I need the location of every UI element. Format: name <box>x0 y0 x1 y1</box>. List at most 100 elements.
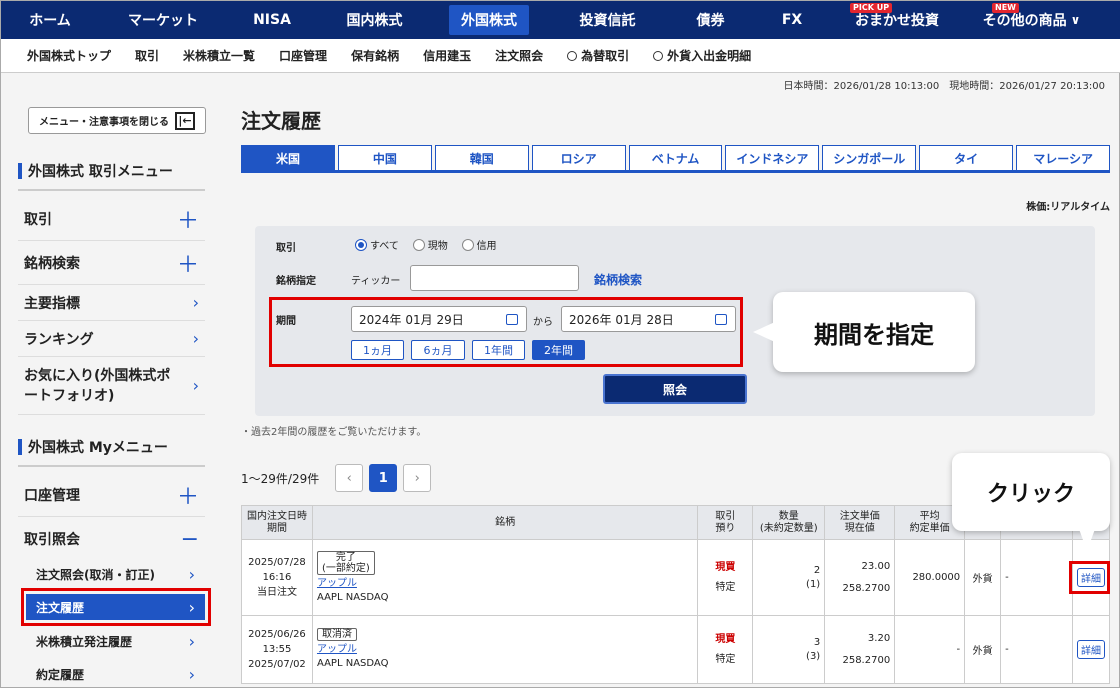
menu-item-account[interactable]: 口座管理＋ <box>18 473 205 517</box>
topnav-foreign-stocks[interactable]: 外国株式 <box>432 1 546 39</box>
tab-china[interactable]: 中国 <box>337 145 432 170</box>
trade-radio-group: すべて 現物 信用 <box>355 237 507 254</box>
order-date-cell: 2025/06/26 13:55 2025/07/02 <box>241 615 313 684</box>
subnav-order-inquiry[interactable]: 注文照会 <box>495 47 543 64</box>
chevron-right-icon: › <box>188 564 195 584</box>
menu-item-ranking[interactable]: ランキング › <box>18 321 205 357</box>
callout-click: クリック <box>952 453 1110 531</box>
plus-icon: ＋ <box>176 484 199 510</box>
header-trade: 取引 預り <box>697 505 754 540</box>
top-navigation: ホーム マーケット NISA 国内株式 外国株式 投資信託 債券 FX PICK… <box>1 1 1120 39</box>
topnav-nisa[interactable]: NISA <box>227 1 317 39</box>
chevron-right-icon: › <box>188 664 195 684</box>
topnav-robo-invest[interactable]: PICK UP おまかせ投資 <box>832 1 962 39</box>
tab-us[interactable]: 米国 <box>241 145 335 170</box>
topnav-domestic-stocks[interactable]: 国内株式 <box>317 1 432 39</box>
tab-indonesia[interactable]: インドネシア <box>725 145 820 170</box>
tab-vietnam[interactable]: ベトナム <box>628 145 723 170</box>
subnav-trade[interactable]: 取引 <box>135 47 159 64</box>
subnav-foreign-top[interactable]: 外国株式トップ <box>27 47 111 64</box>
radio-all[interactable]: すべて <box>355 237 399 252</box>
subnav-account[interactable]: 口座管理 <box>279 47 327 64</box>
avg-price-cell: - <box>894 615 966 684</box>
stock-link[interactable]: アップル <box>317 578 357 589</box>
menu-item-symbol-search[interactable]: 銘柄検索＋ <box>18 241 205 285</box>
highlight-period <box>269 297 743 367</box>
detail-cell: 詳細 <box>1072 615 1110 684</box>
detail-button[interactable]: 詳細 <box>1077 640 1105 659</box>
dash-cell: - <box>1000 615 1073 684</box>
subnav-fx-deposit[interactable]: 外貨入出金明細 <box>653 47 751 64</box>
plus-icon: ＋ <box>176 208 199 234</box>
submenu-execution-history[interactable]: 約定履歴 › <box>26 661 205 687</box>
tab-malaysia[interactable]: マレーシア <box>1016 145 1111 170</box>
chevron-right-icon: › <box>192 375 199 395</box>
avg-price-cell: 280.0000 <box>894 539 966 616</box>
table-row: 2025/06/26 13:55 2025/07/02 取消済 アップル AAPL NA… <box>241 615 1110 684</box>
callout-pointer <box>753 322 775 342</box>
ticker-label: ティッカー <box>351 276 401 287</box>
plus-icon: ＋ <box>176 252 199 278</box>
menu-item-trade[interactable]: 取引＋ <box>18 197 205 241</box>
quantity-cell: 3 (3) <box>752 615 826 684</box>
header-quantity: 数量 (未約定数量) <box>752 505 826 540</box>
quantity-cell: 2 (1) <box>752 539 826 616</box>
realtime-label: 株価:リアルタイム <box>1026 202 1110 213</box>
stock-link[interactable]: アップル <box>317 644 357 655</box>
sub-navigation: 外国株式トップ 取引 米株積立一覧 口座管理 保有銘柄 信用建玉 注文照会 為替… <box>1 39 1120 73</box>
symbol-search-link[interactable]: 銘柄検索 <box>594 271 642 288</box>
clock-icon <box>567 50 578 61</box>
dash-cell: - <box>1000 539 1073 616</box>
pickup-badge: PICK UP <box>850 3 893 13</box>
next-page-button[interactable]: › <box>403 464 432 492</box>
tab-russia[interactable]: ロシア <box>531 145 626 170</box>
status-badge: 取消済 <box>316 628 357 641</box>
header-symbol: 銘柄 <box>311 505 699 540</box>
topnav-home[interactable]: ホーム <box>1 1 99 39</box>
tab-korea[interactable]: 韓国 <box>434 145 529 170</box>
new-badge: NEW <box>992 3 1019 13</box>
section-my-menu: 外国株式 Myメニュー <box>18 437 205 467</box>
minus-icon: − <box>180 526 199 552</box>
callout-period: 期間を指定 <box>773 292 975 372</box>
topnav-bonds[interactable]: 債券 <box>669 1 752 39</box>
ticker-input[interactable] <box>410 265 579 291</box>
highlight-detail-button <box>1069 561 1110 594</box>
callout-pointer <box>1079 529 1095 551</box>
symbol-cell: 取消済 アップル AAPL NASDAQ <box>311 615 699 684</box>
topnav-investment-trusts[interactable]: 投資信託 <box>546 1 669 39</box>
submenu-us-accumulation-history[interactable]: 米株積立発注履歴 › <box>26 628 205 654</box>
header-price: 注文単価 現在値 <box>824 505 896 540</box>
close-menu-button[interactable]: メニュー・注意事項を閉じる |← <box>28 107 206 134</box>
subnav-margin-positions[interactable]: 信用建玉 <box>423 47 471 64</box>
chevron-right-icon: › <box>188 631 195 651</box>
tab-singapore[interactable]: シンガポール <box>822 145 917 170</box>
tab-thailand[interactable]: タイ <box>919 145 1014 170</box>
radio-cash[interactable]: 現物 <box>412 237 448 252</box>
chevron-right-icon: › <box>192 293 199 312</box>
chevron-down-icon: ∨ <box>1070 13 1081 27</box>
country-tabs: 米国 中国 韓国 ロシア ベトナム インドネシア シンガポール タイ マレーシア <box>241 145 1111 173</box>
topnav-market[interactable]: マーケット <box>99 1 227 39</box>
table-row: 2025/07/28 16:16 当日注文 完了 (一部約定) アップル AAPL NA… <box>241 539 1110 616</box>
topnav-fx[interactable]: FX <box>752 1 832 39</box>
section-trade-menu: 外国株式 取引メニュー <box>18 161 205 191</box>
prev-page-button[interactable]: ‹ <box>335 464 364 492</box>
trade-cell: 現買 特定 <box>697 615 754 684</box>
page-1-button[interactable]: 1 <box>369 464 398 492</box>
submenu-order-inquiry[interactable]: 注文照会(取消・訂正) › <box>26 561 205 587</box>
radio-margin[interactable]: 信用 <box>461 237 497 252</box>
highlight-order-history <box>21 588 211 626</box>
subnav-us-accumulation[interactable]: 米株積立一覧 <box>183 47 255 64</box>
subnav-holdings[interactable]: 保有銘柄 <box>351 47 399 64</box>
topnav-other-products[interactable]: NEW その他の商品 ∨ <box>962 1 1101 39</box>
inquiry-button[interactable]: 照会 <box>603 374 747 404</box>
order-history-table: 国内注文日時 期間 銘柄 取引 預り 数量 (未約定数量) 注文単価 現在値 平… <box>241 505 1110 684</box>
menu-item-trade-inquiry[interactable]: 取引照会 − <box>18 517 205 561</box>
symbol-cell: 完了 (一部約定) アップル AAPL NASDAQ <box>311 539 699 616</box>
menu-item-indices[interactable]: 主要指標 › <box>18 285 205 321</box>
time-display: 日本時間：2026/01/28 10:13:00 現地時間：2026/01/27… <box>783 81 1105 92</box>
menu-item-favorites[interactable]: お気に入り(外国株式ポートフォリオ) › <box>18 357 205 415</box>
subnav-fx-trade[interactable]: 為替取引 <box>567 47 629 64</box>
trade-cell: 現買 特定 <box>697 539 754 616</box>
